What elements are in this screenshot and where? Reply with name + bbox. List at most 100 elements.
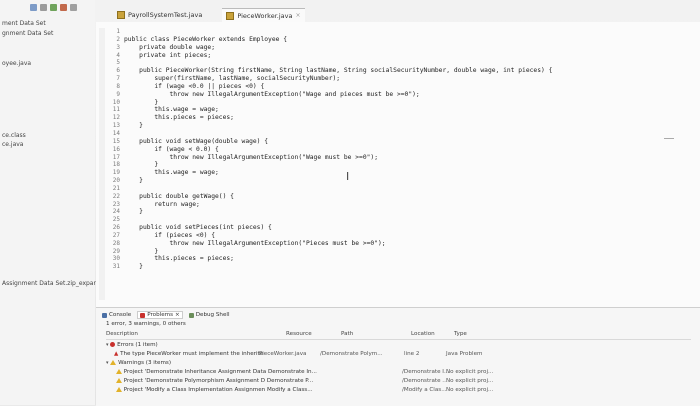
- tab-payroll-system-test[interactable]: PayrollSystemTest.java: [113, 8, 206, 22]
- code-line[interactable]: throw new IllegalArgumentException("Wage…: [124, 154, 552, 162]
- tab-debug-shell[interactable]: Debug Shell: [188, 312, 230, 318]
- problems-summary: 1 error, 3 warnings, 0 others: [106, 321, 186, 327]
- header-description[interactable]: Description: [106, 331, 138, 337]
- explorer-item[interactable]: gnment Data Set: [2, 30, 53, 37]
- code-line[interactable]: throw new IllegalArgumentException("Wage…: [124, 91, 552, 99]
- code-line[interactable]: public void setWage(double wage) {: [124, 138, 552, 146]
- line-number: 14: [112, 129, 120, 137]
- line-number: 12: [112, 114, 120, 122]
- tab-problems[interactable]: Problems ×: [137, 311, 183, 319]
- line-number: 31: [112, 263, 120, 271]
- problem-type: No explicit proj...: [446, 378, 494, 384]
- code-line[interactable]: private double wage;: [124, 44, 552, 52]
- header-resource[interactable]: Resource: [286, 331, 312, 337]
- code-line[interactable]: public class PieceWorker extends Employe…: [124, 36, 552, 44]
- code-line[interactable]: private int pieces;: [124, 52, 552, 60]
- code-line[interactable]: [124, 185, 552, 193]
- java-file-icon: [226, 11, 235, 20]
- tab-piece-worker[interactable]: PieceWorker.java ×: [222, 8, 305, 22]
- ide-window: ment Data Set gnment Data Set oyee.java …: [0, 0, 700, 406]
- warning-icon: [116, 369, 122, 374]
- explorer-item[interactable]: ce.class: [2, 132, 26, 139]
- tab-label: Problems: [147, 312, 174, 318]
- code-line[interactable]: [124, 59, 552, 67]
- code-editor[interactable]: 1 2 3 4 5 6 7 8 9 10 11 12 13 14 15 16 17 18 19 20 21 22 23 24 2…: [96, 22, 700, 307]
- warning-row[interactable]: Project 'Demonstrate Inheritance Assignm…: [116, 369, 696, 375]
- debug-icon[interactable]: [60, 4, 67, 11]
- code-line[interactable]: }: [124, 263, 552, 271]
- line-number: 22: [112, 192, 120, 200]
- tab-label: Console: [109, 312, 132, 318]
- line-number: 28: [112, 239, 120, 247]
- header-type[interactable]: Type: [454, 331, 467, 337]
- code-line[interactable]: [124, 28, 552, 36]
- code-line[interactable]: if (wage <0.0 || pieces <0) {: [124, 83, 552, 91]
- tab-label: PieceWorker.java: [237, 11, 293, 20]
- error-row[interactable]: ▲ The type PieceWorker must implement th…: [114, 351, 694, 357]
- problem-type: Java Problem: [446, 351, 483, 357]
- header-location[interactable]: Location: [411, 331, 435, 337]
- problem-path: /Demonstrate Polym...: [320, 351, 383, 357]
- code-line[interactable]: }: [124, 208, 552, 216]
- group-label: Warnings (3 items): [118, 360, 172, 366]
- line-number: 17: [112, 153, 120, 161]
- warnings-group-row[interactable]: ▾ Warnings (3 items): [106, 360, 171, 366]
- code-line[interactable]: [124, 130, 552, 138]
- problem-description: The type PieceWorker must implement the …: [120, 351, 264, 357]
- line-number: 19: [112, 169, 120, 177]
- code-text[interactable]: public class PieceWorker extends Employe…: [124, 28, 552, 271]
- expand-arrow-icon[interactable]: ▾: [106, 342, 109, 348]
- tab-console[interactable]: Console: [102, 312, 131, 318]
- code-line[interactable]: this.pieces = pieces;: [124, 114, 552, 122]
- new-icon[interactable]: [30, 4, 37, 11]
- code-line[interactable]: [124, 216, 552, 224]
- expand-arrow-icon[interactable]: ▾: [106, 360, 109, 366]
- search-icon[interactable]: [70, 4, 77, 11]
- explorer-item[interactable]: ment Data Set: [2, 20, 46, 27]
- line-number: 13: [112, 122, 120, 130]
- code-line[interactable]: }: [124, 122, 552, 130]
- line-number: 18: [112, 161, 120, 169]
- code-line[interactable]: }: [124, 177, 552, 185]
- code-line[interactable]: if (wage < 0.0) {: [124, 146, 552, 154]
- line-number: 5: [116, 59, 120, 67]
- code-line[interactable]: }: [124, 99, 552, 107]
- code-line[interactable]: super(firstName, lastName, socialSecurit…: [124, 75, 552, 83]
- explorer-item[interactable]: oyee.java: [2, 60, 31, 67]
- problem-location: line 2: [404, 351, 420, 357]
- code-line[interactable]: public double getWage() {: [124, 193, 552, 201]
- problem-description: Project 'Demonstrate Polymorphism Assign…: [123, 378, 314, 384]
- warning-row[interactable]: Project 'Demonstrate Polymorphism Assign…: [116, 378, 696, 384]
- code-line[interactable]: this.pieces = pieces;: [124, 255, 552, 263]
- problem-location: /Demonstrate ...: [402, 378, 448, 384]
- code-line[interactable]: if (pieces <0) {: [124, 232, 552, 240]
- header-path[interactable]: Path: [341, 331, 353, 337]
- close-icon[interactable]: ×: [295, 12, 300, 19]
- code-line[interactable]: throw new IllegalArgumentException("Piec…: [124, 240, 552, 248]
- errors-group-row[interactable]: ▾ Errors (1 item): [106, 342, 158, 348]
- line-number: 1: [116, 28, 120, 35]
- problem-location: /Modify a Clas...: [402, 387, 447, 393]
- code-line[interactable]: public void setPieces(int pieces) {: [124, 224, 552, 232]
- warning-row[interactable]: Project 'Modify a Class Implementation A…: [116, 387, 696, 393]
- annotation-ruler: [99, 28, 105, 300]
- info-icon: ▲: [114, 351, 119, 357]
- problem-description: Project 'Demonstrate Inheritance Assignm…: [123, 369, 317, 375]
- line-number: 20: [112, 177, 120, 185]
- explorer-item[interactable]: Assignment Data Set.zip_expande: [2, 280, 105, 287]
- error-icon: [110, 342, 116, 347]
- code-line[interactable]: this.wage = wage;: [124, 169, 552, 177]
- explorer-item[interactable]: ce.java: [2, 141, 23, 148]
- problem-resource: PieceWorker.java: [259, 351, 307, 357]
- code-line[interactable]: }: [124, 161, 552, 169]
- code-line[interactable]: public PieceWorker(String firstName, Str…: [124, 67, 552, 75]
- code-line[interactable]: return wage;: [124, 201, 552, 209]
- save-icon[interactable]: [40, 4, 47, 11]
- package-explorer: ment Data Set gnment Data Set oyee.java …: [0, 0, 105, 405]
- problem-location: /Demonstrate I...: [402, 369, 450, 375]
- code-line[interactable]: }: [124, 248, 552, 256]
- close-icon[interactable]: ×: [175, 312, 180, 318]
- code-line[interactable]: this.wage = wage;: [124, 106, 552, 114]
- group-label: Errors (1 item): [117, 342, 158, 348]
- run-icon[interactable]: [50, 4, 57, 11]
